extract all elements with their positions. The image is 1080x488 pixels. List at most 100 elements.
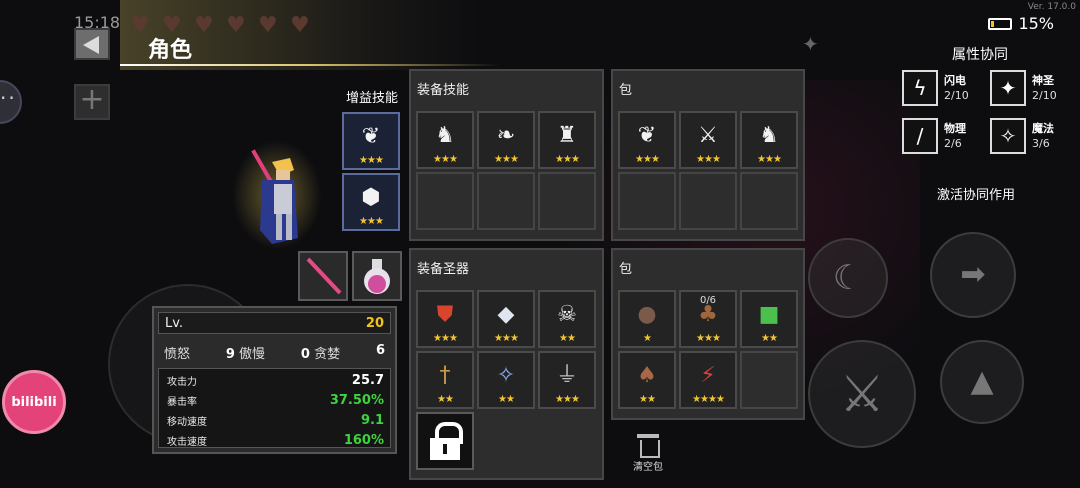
synergy-physical[interactable]: / 物理 2/6 bbox=[902, 118, 976, 156]
skill-slot[interactable]: ♞ ★★★ bbox=[416, 111, 474, 169]
moon-skill-button[interactable]: ☾ bbox=[808, 238, 888, 318]
floating-assist-button[interactable] bbox=[0, 80, 22, 124]
add-button[interactable]: + bbox=[74, 84, 110, 120]
sin-wrath: 愤怒 bbox=[164, 347, 191, 362]
sins-row: 愤怒 9 傲慢 0 贪婪 6 bbox=[164, 343, 385, 362]
level-label: Lv. bbox=[165, 316, 184, 331]
attr-row: 攻击速度 160% bbox=[167, 433, 384, 448]
relic-slot[interactable]: ☠ ★★ bbox=[538, 290, 596, 348]
bag-relic-slot-empty[interactable] bbox=[740, 351, 798, 409]
crest-icon: ✦ bbox=[802, 32, 819, 56]
star-rating: ★★★ bbox=[359, 216, 384, 227]
skill-slot-empty[interactable] bbox=[477, 172, 535, 230]
battery-percent: 15% bbox=[1018, 14, 1054, 33]
holy-icon: ✦ bbox=[990, 70, 1026, 106]
bag-skill-slot[interactable]: ♞ ★★★ bbox=[740, 111, 798, 169]
panel-title: 包 bbox=[619, 83, 633, 98]
locked-slot[interactable] bbox=[416, 412, 474, 470]
relic-grid: ⛊ ★★★ ◆ ★★★ ☠ ★★ † ★★ ✧ ★★ ⏚ ★★★ bbox=[416, 290, 596, 409]
sin-pride-value: 0 贪婪 bbox=[300, 347, 341, 362]
synergy-lightning[interactable]: ϟ 闪电 2/10 bbox=[902, 70, 976, 108]
potion-icon bbox=[364, 259, 390, 294]
equipped-skills-panel: 装备技能 ♞ ★★★ ❧ ★★★ ♜ ★★★ bbox=[409, 69, 604, 241]
bag-relic-slot[interactable]: 0/6 ♣ ★★★ bbox=[679, 290, 737, 348]
skill-icon: ❦ bbox=[637, 122, 657, 148]
potion-slot[interactable] bbox=[352, 251, 402, 301]
bilibili-button[interactable]: bilibili bbox=[2, 370, 66, 434]
skill-icon: ♜ bbox=[557, 122, 577, 148]
relic-slot[interactable]: ⏚ ★★★ bbox=[538, 351, 596, 409]
relic-slot[interactable]: † ★★ bbox=[416, 351, 474, 409]
heart-icon: ♥ bbox=[194, 13, 214, 38]
skill-icon: ❧ bbox=[496, 122, 516, 148]
skull-icon: ☠ bbox=[557, 301, 577, 327]
skill-slot[interactable]: ❧ ★★★ bbox=[477, 111, 535, 169]
skill-icon: ♞ bbox=[435, 122, 455, 148]
weapon-icon bbox=[306, 257, 342, 295]
buff-skill-slot[interactable]: ⬢ ★★★ bbox=[342, 173, 400, 231]
relic-bag-grid: ● ★ 0/6 ♣ ★★★ ■ ★★ ♠ ★★ ⚡ ★★★★ bbox=[618, 290, 798, 409]
skill-slot-empty[interactable] bbox=[538, 172, 596, 230]
attributes-box: 攻击力 25.7 暴击率 37.50% 移动速度 9.1 攻击速度 160% bbox=[158, 368, 391, 448]
bag-skill-slot-empty[interactable] bbox=[679, 172, 737, 230]
heart-icon: ♥ bbox=[226, 13, 246, 38]
attr-row: 暴击率 37.50% bbox=[167, 393, 384, 408]
weapon-slot[interactable] bbox=[298, 251, 348, 301]
character-portrait bbox=[232, 140, 322, 250]
bag-skill-slot-empty[interactable] bbox=[740, 172, 798, 230]
slime-icon: ■ bbox=[758, 301, 780, 327]
pouch-icon: ♣ bbox=[698, 301, 718, 327]
skills-bag-panel: 包 ❦ ★★★ ⚔ ★★★ ♞ ★★★ bbox=[611, 69, 805, 241]
relic-slot[interactable]: ✧ ★★ bbox=[477, 351, 535, 409]
relic-slot[interactable]: ◆ ★★★ bbox=[477, 290, 535, 348]
battery-fill bbox=[991, 20, 995, 27]
bag-relic-slot[interactable]: ● ★ bbox=[618, 290, 676, 348]
skill-slot-empty[interactable] bbox=[416, 172, 474, 230]
flask-icon: ⏚ bbox=[555, 362, 579, 388]
synergy-holy[interactable]: ✦ 神圣 2/10 bbox=[990, 70, 1064, 108]
lightning-icon: ϟ bbox=[902, 70, 938, 106]
buff-skill-slot[interactable]: ❦ ★★★ bbox=[342, 112, 400, 170]
bag-relic-slot[interactable]: ♠ ★★ bbox=[618, 351, 676, 409]
version-text: Ver. 17.0.0 bbox=[1027, 2, 1076, 12]
character-sprite bbox=[251, 149, 298, 244]
heart-icon: ♥ bbox=[290, 13, 310, 38]
title-underline bbox=[120, 64, 500, 66]
panel-title: 装备技能 bbox=[417, 83, 470, 98]
level-bar: Lv. 20 bbox=[158, 312, 391, 334]
attr-row: 攻击力 25.7 bbox=[167, 373, 384, 388]
star-rating: ★★★ bbox=[359, 155, 384, 166]
sin-wrath-value: 9 傲慢 bbox=[225, 347, 266, 362]
activate-synergy-label[interactable]: 激活协同作用 bbox=[937, 184, 1015, 203]
relic-slot[interactable]: ⛊ ★★★ bbox=[416, 290, 474, 348]
lock-icon bbox=[443, 444, 447, 454]
synergy-magic[interactable]: ✧ 魔法 3/6 bbox=[990, 118, 1064, 156]
panel-title: 装备圣器 bbox=[417, 262, 470, 277]
bag-relic-slot[interactable]: ⚡ ★★★★ bbox=[679, 351, 737, 409]
battery-indicator: 15% bbox=[988, 14, 1054, 33]
clear-bag-label: 清空包 bbox=[633, 462, 663, 473]
sword-icon: / bbox=[902, 118, 938, 154]
sword-icon: ⚔ bbox=[698, 122, 718, 148]
skill-slot[interactable]: ♜ ★★★ bbox=[538, 111, 596, 169]
attack-button[interactable]: ⚔ bbox=[808, 340, 916, 448]
sin-greed-value: 6 bbox=[375, 343, 385, 358]
sword-icon: † bbox=[439, 362, 451, 388]
skill-icon: ♞ bbox=[759, 122, 779, 148]
crystal-icon: ◆ bbox=[497, 301, 515, 327]
bag-skill-slot[interactable]: ❦ ★★★ bbox=[618, 111, 676, 169]
stats-panel: Lv. 20 愤怒 9 傲慢 0 贪婪 6 攻击力 25.7 暴击率 37.50% … bbox=[152, 306, 397, 454]
bag-skill-slot-empty[interactable] bbox=[618, 172, 676, 230]
bag-skill-slot[interactable]: ⚔ ★★★ bbox=[679, 111, 737, 169]
bag-relic-slot[interactable]: ■ ★★ bbox=[740, 290, 798, 348]
level-value: 20 bbox=[365, 316, 384, 331]
synergy-title: 属性协同 bbox=[952, 47, 1008, 63]
back-button[interactable] bbox=[74, 28, 110, 60]
jump-button[interactable]: ▲ bbox=[940, 340, 1024, 424]
magic-icon: ✧ bbox=[990, 118, 1026, 154]
demon-icon: ♠ bbox=[637, 362, 657, 388]
meat-icon: ● bbox=[637, 301, 657, 327]
dash-button[interactable]: ➡ bbox=[930, 232, 1016, 318]
clear-bag-button[interactable]: 清空包 bbox=[628, 432, 668, 473]
skill-icon: ❦ bbox=[361, 123, 381, 149]
